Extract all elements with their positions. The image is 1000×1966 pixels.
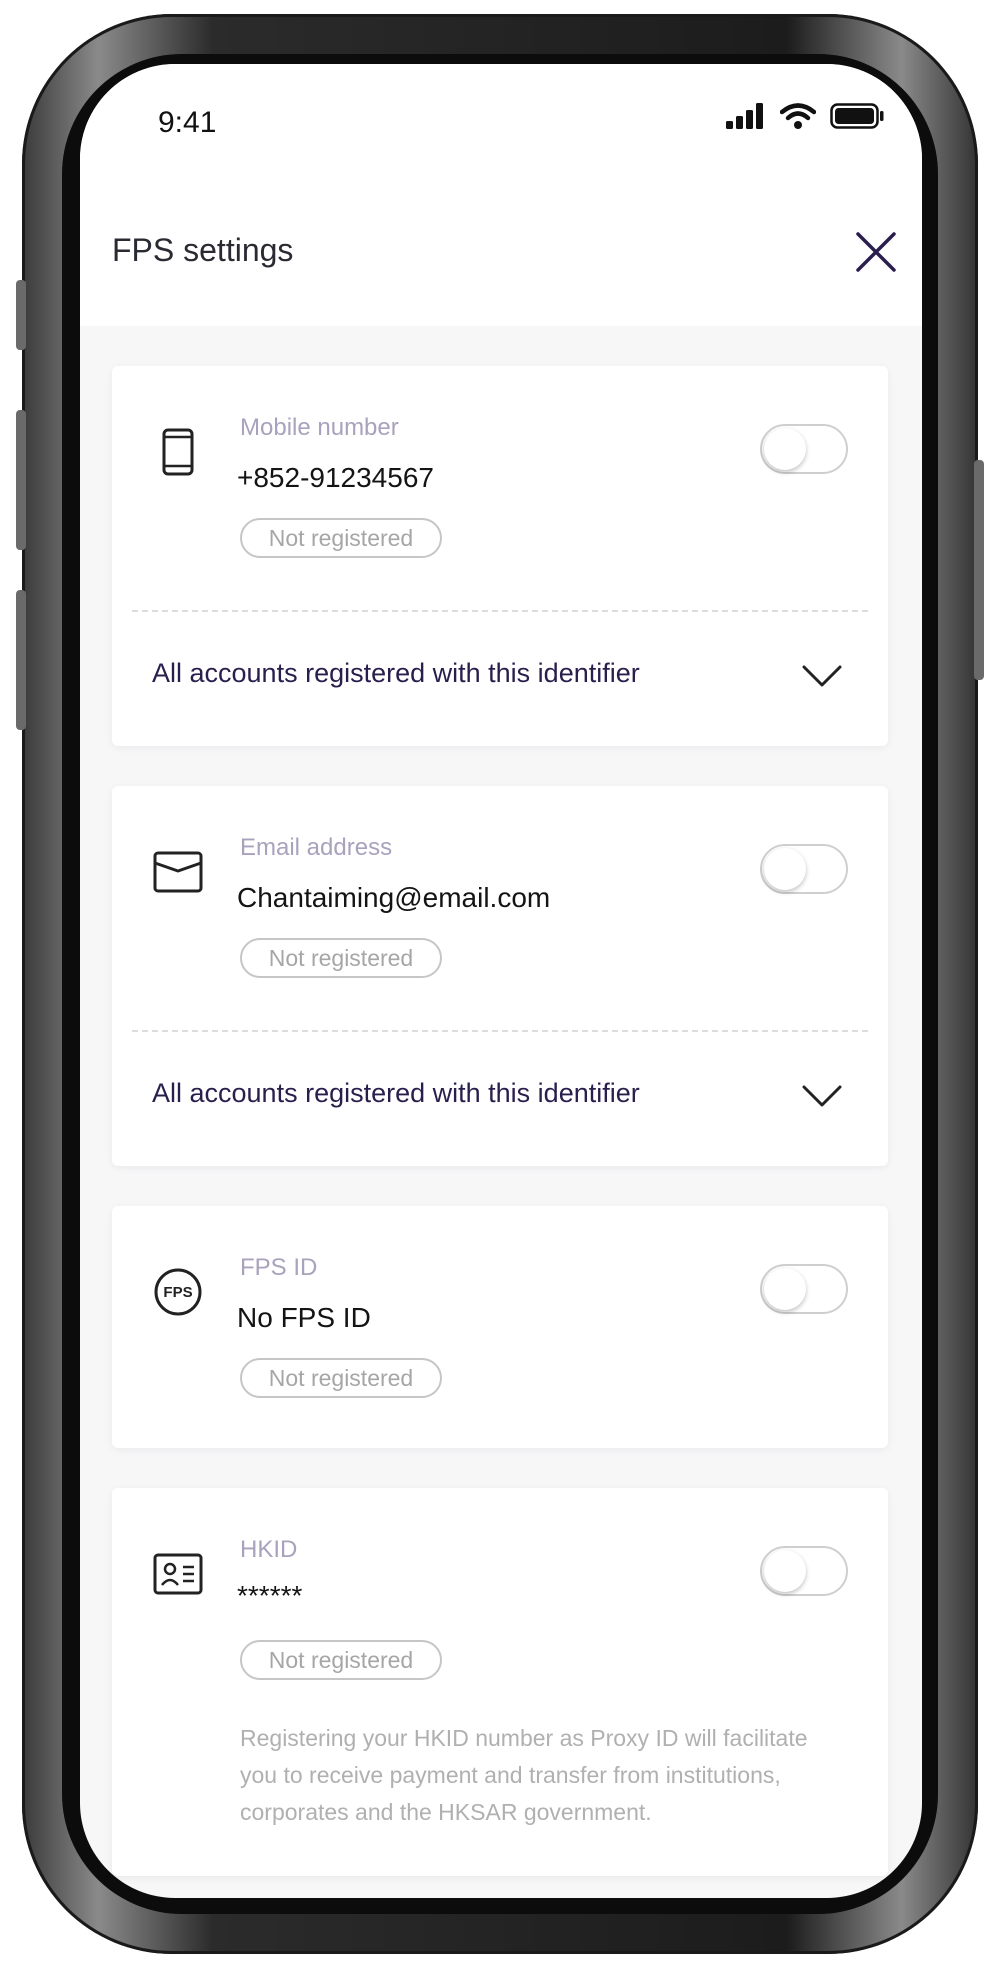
mobile-number-card: Mobile number +852-91234567 Not register… <box>112 366 888 746</box>
svg-text:FPS: FPS <box>163 1284 192 1301</box>
card-divider <box>132 610 868 612</box>
accounts-expand-row[interactable]: All accounts registered with this identi… <box>112 1040 888 1152</box>
id-card-icon <box>150 1546 206 1602</box>
toggle-knob <box>764 1268 806 1310</box>
mobile-number-toggle[interactable] <box>760 424 848 474</box>
volume-up-button <box>16 410 26 550</box>
status-badge: Not registered <box>240 1358 442 1398</box>
hkid-value: ****** <box>237 1580 303 1611</box>
toggle-knob <box>764 428 806 470</box>
app-screen: 9:41 FPS settings Mobile number +852-912… <box>80 64 922 1898</box>
hkid-label: HKID <box>240 1536 298 1563</box>
close-icon <box>856 232 896 272</box>
silent-switch <box>16 280 26 350</box>
hkid-card: HKID ****** Not registered Registering y… <box>112 1488 888 1876</box>
hkid-toggle[interactable] <box>760 1546 848 1596</box>
status-badge: Not registered <box>240 1640 442 1680</box>
page-title: FPS settings <box>112 232 294 268</box>
wifi-icon <box>780 103 816 129</box>
toggle-knob <box>764 848 806 890</box>
status-icons <box>726 102 884 130</box>
chevron-down-icon <box>802 1085 842 1107</box>
hkid-info-note: Registering your HKID number as Proxy ID… <box>240 1725 808 1825</box>
mobile-number-value: +852-91234567 <box>237 462 434 493</box>
envelope-icon <box>150 844 206 900</box>
email-address-value: Chantaiming@email.com <box>237 882 551 913</box>
card-divider <box>132 1030 868 1032</box>
mobile-number-label: Mobile number <box>240 414 399 441</box>
fps-id-card: FPS FPS ID No FPS ID Not registered <box>112 1206 888 1448</box>
close-button[interactable] <box>848 224 904 280</box>
fps-id-label: FPS ID <box>240 1254 318 1281</box>
phone-icon <box>150 424 206 480</box>
status-bar: 9:41 <box>80 64 922 194</box>
fps-id-value: No FPS ID <box>237 1302 371 1333</box>
accounts-expand-label: All accounts registered with this identi… <box>152 658 640 688</box>
chevron-down-icon <box>802 665 842 687</box>
status-badge: Not registered <box>240 518 442 558</box>
status-badge: Not registered <box>240 938 442 978</box>
power-button <box>974 460 984 680</box>
fps-id-toggle[interactable] <box>760 1264 848 1314</box>
email-address-label: Email address <box>240 834 393 861</box>
signal-icon <box>726 103 763 129</box>
status-time: 9:41 <box>158 106 217 139</box>
battery-icon <box>830 103 884 129</box>
fps-icon: FPS <box>150 1264 206 1320</box>
email-address-toggle[interactable] <box>760 844 848 894</box>
page-header: FPS settings <box>80 194 922 326</box>
toggle-knob <box>764 1550 806 1592</box>
email-address-card: Email address Chantaiming@email.com Not … <box>112 786 888 1166</box>
volume-down-button <box>16 590 26 730</box>
accounts-expand-row[interactable]: All accounts registered with this identi… <box>112 620 888 732</box>
accounts-expand-label: All accounts registered with this identi… <box>152 1078 640 1108</box>
